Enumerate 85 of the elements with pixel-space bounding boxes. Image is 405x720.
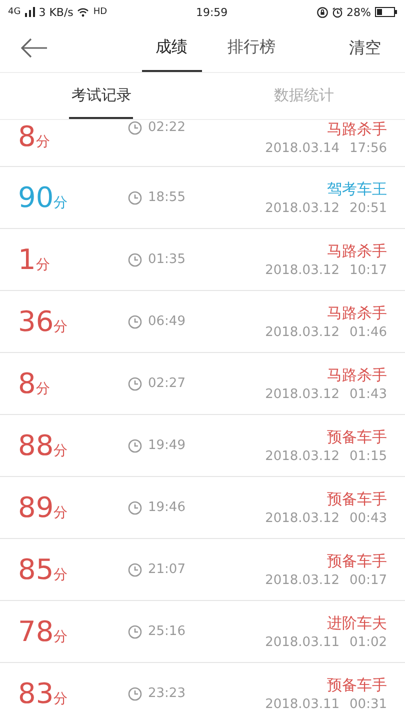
clock-icon (128, 624, 142, 638)
score-value: 8 (18, 120, 36, 153)
exam-duration: 18:55 (148, 190, 186, 205)
clock-icon (128, 252, 142, 266)
exam-duration: 23:23 (148, 686, 186, 701)
score-value: 90 (18, 181, 54, 214)
clock-icon (128, 686, 142, 700)
exam-time: 00:17 (350, 572, 387, 588)
exam-time: 01:02 (350, 634, 387, 650)
wifi-icon (77, 7, 90, 17)
exam-time: 01:15 (350, 448, 387, 464)
exam-date: 2018.03.11 (265, 634, 340, 650)
exam-time: 10:17 (350, 262, 387, 278)
clock-icon (128, 562, 142, 576)
exam-date: 2018.03.12 (265, 324, 340, 340)
clock-icon (128, 190, 142, 204)
network-speed: 3 KB/s (38, 6, 74, 18)
exam-time: 20:51 (350, 200, 387, 216)
clock-icon (128, 314, 142, 328)
exam-time: 00:31 (350, 696, 387, 712)
exam-date: 2018.03.11 (265, 696, 340, 712)
rank-title: 预备车手 (327, 490, 387, 508)
exam-duration: 01:35 (148, 252, 186, 267)
clock-icon (128, 120, 142, 134)
rank-title: 预备车手 (327, 676, 387, 694)
battery-percent: 28% (346, 6, 371, 18)
score-unit: 分 (54, 566, 68, 584)
score-unit: 分 (54, 318, 68, 336)
clear-button[interactable]: 清空 (343, 36, 387, 60)
clock-icon (128, 376, 142, 390)
score-unit: 分 (36, 133, 50, 151)
exam-duration: 06:49 (148, 314, 186, 329)
signal-icon (24, 7, 35, 17)
rank-title: 预备车手 (327, 552, 387, 570)
hd-call-label: HD (93, 7, 108, 17)
clock-icon (128, 500, 142, 514)
rank-title: 进阶车夫 (327, 614, 387, 632)
score-unit: 分 (36, 380, 50, 398)
back-arrow-icon[interactable] (20, 38, 48, 58)
score-unit: 分 (54, 442, 68, 460)
score-value: 1 (18, 243, 36, 276)
exam-time: 00:43 (350, 510, 387, 526)
alarm-icon (332, 6, 343, 18)
battery-icon (375, 7, 397, 17)
exam-time: 01:46 (350, 324, 387, 340)
score-unit: 分 (54, 628, 68, 646)
score-unit: 分 (54, 690, 68, 708)
clock-time: 19:59 (194, 6, 229, 18)
clock-icon (128, 438, 142, 452)
rank-title: 驾考车王 (327, 180, 387, 198)
score-value: 85 (18, 553, 54, 586)
exam-time: 01:43 (350, 386, 387, 402)
score-value: 8 (18, 367, 36, 400)
score-value: 78 (18, 615, 54, 648)
header-tab[interactable]: 成绩 (142, 24, 202, 72)
score-value: 36 (18, 305, 54, 338)
rank-title: 预备车手 (327, 428, 387, 446)
exam-duration: 19:49 (148, 438, 186, 453)
exam-time: 17:56 (350, 141, 387, 156)
exam-date: 2018.03.12 (265, 386, 340, 402)
rank-title: 马路杀手 (327, 242, 387, 260)
rank-title: 马路杀手 (327, 120, 387, 139)
exam-duration: 02:27 (148, 376, 186, 391)
rank-title: 马路杀手 (327, 366, 387, 384)
score-value: 89 (18, 491, 54, 524)
rank-title: 马路杀手 (327, 304, 387, 322)
score-unit: 分 (54, 504, 68, 522)
header-tab[interactable]: 排行榜 (214, 24, 290, 72)
exam-date: 2018.03.12 (265, 448, 340, 464)
lock-icon (316, 6, 328, 18)
score-unit: 分 (54, 194, 68, 212)
subtab[interactable]: 考试记录 (0, 73, 202, 119)
exam-date: 2018.03.14 (265, 141, 340, 156)
score-unit: 分 (36, 256, 50, 274)
exam-date: 2018.03.12 (265, 200, 340, 216)
score-value: 88 (18, 429, 54, 462)
exam-date: 2018.03.12 (265, 262, 340, 278)
exam-date: 2018.03.12 (265, 510, 340, 526)
exam-duration: 25:16 (148, 624, 186, 639)
exam-duration: 02:22 (148, 120, 186, 135)
network-label: 4G (8, 7, 21, 17)
score-value: 83 (18, 677, 54, 710)
exam-duration: 21:07 (148, 562, 186, 577)
exam-duration: 19:46 (148, 500, 186, 515)
exam-date: 2018.03.12 (265, 572, 340, 588)
